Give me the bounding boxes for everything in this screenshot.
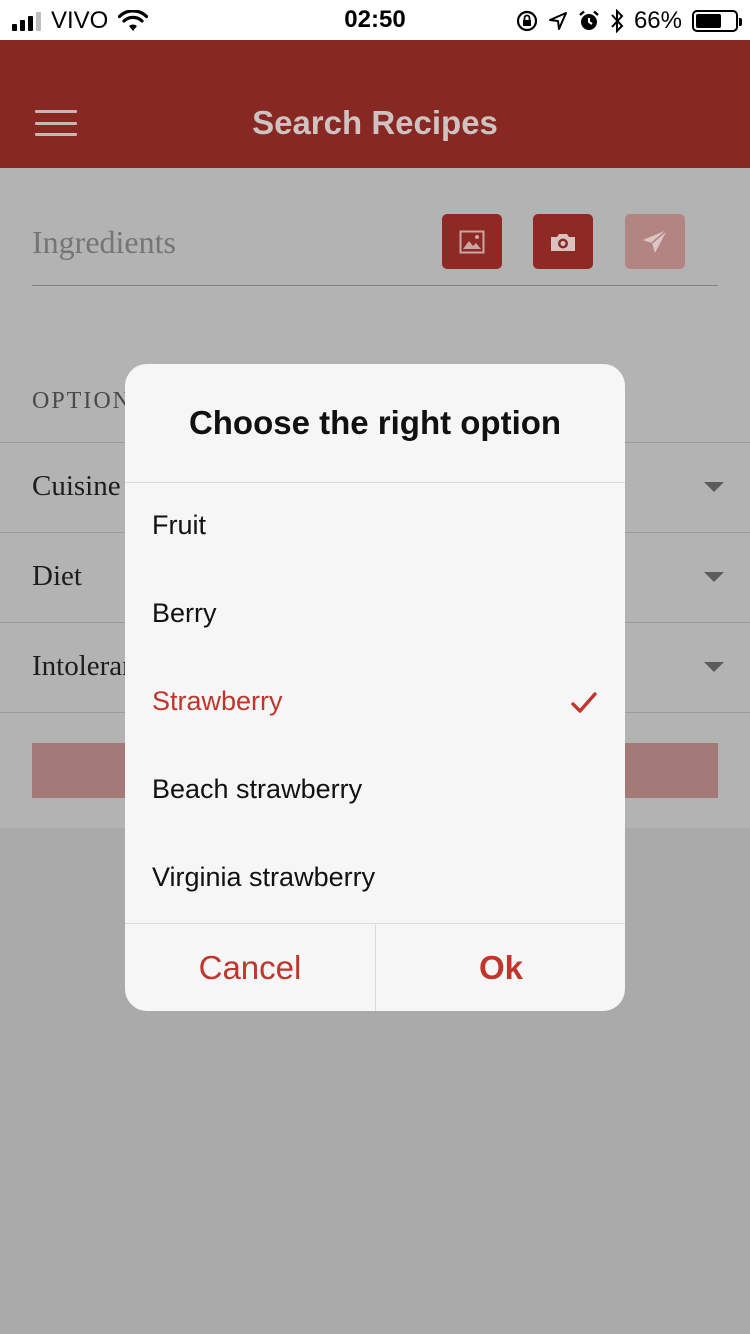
dialog-option[interactable]: Fruit: [125, 483, 625, 571]
option-picker-dialog: Choose the right option Fruit Berry Stra…: [125, 364, 625, 1011]
battery-fill: [696, 14, 721, 28]
dialog-option-selected[interactable]: Strawberry: [125, 659, 625, 747]
dialog-option[interactable]: Beach strawberry: [125, 747, 625, 835]
gallery-button[interactable]: [442, 214, 502, 269]
cancel-button[interactable]: Cancel: [125, 924, 375, 1011]
dialog-option-label: Fruit: [152, 510, 206, 540]
send-button[interactable]: [625, 214, 685, 269]
dialog-title: Choose the right option: [188, 404, 562, 441]
status-right: 66%: [516, 6, 742, 36]
option-row-label: Diet: [32, 560, 82, 592]
dialog-actions: Cancel Ok: [125, 924, 625, 1011]
ok-button[interactable]: Ok: [376, 924, 625, 1011]
ingredients-underline: [32, 285, 718, 286]
chevron-down-icon: [704, 662, 724, 672]
battery-percent: 66%: [633, 7, 682, 34]
option-row-label: Intoleran: [32, 650, 137, 682]
options-section-label: OPTION: [32, 388, 132, 414]
paper-plane-icon: [643, 228, 668, 253]
chevron-down-icon: [704, 482, 724, 492]
bluetooth-icon: [611, 9, 624, 33]
dialog-option[interactable]: Virginia strawberry: [125, 835, 625, 923]
chevron-down-icon: [704, 572, 724, 582]
dialog-option-label: Berry: [152, 598, 217, 628]
dialog-option-label: Virginia strawberry: [152, 862, 376, 892]
battery-icon: [692, 10, 742, 32]
option-row-label: Cuisine: [32, 470, 121, 502]
checkmark-icon: [571, 692, 597, 713]
location-icon: [548, 12, 567, 30]
alarm-icon: [579, 10, 599, 30]
image-icon: [459, 230, 485, 253]
dialog-option[interactable]: Berry: [125, 571, 625, 659]
ingredients-input[interactable]: [32, 220, 418, 264]
app-header: Search Recipes: [0, 40, 750, 168]
status-bar: VIVO 02:50 66%: [0, 0, 750, 40]
camera-button[interactable]: [533, 214, 593, 269]
camera-icon: [551, 233, 575, 251]
orientation-lock-icon: [516, 10, 538, 32]
page-title: Search Recipes: [252, 104, 498, 141]
dialog-option-label: Beach strawberry: [152, 774, 363, 804]
dialog-option-label: Strawberry: [152, 686, 283, 716]
